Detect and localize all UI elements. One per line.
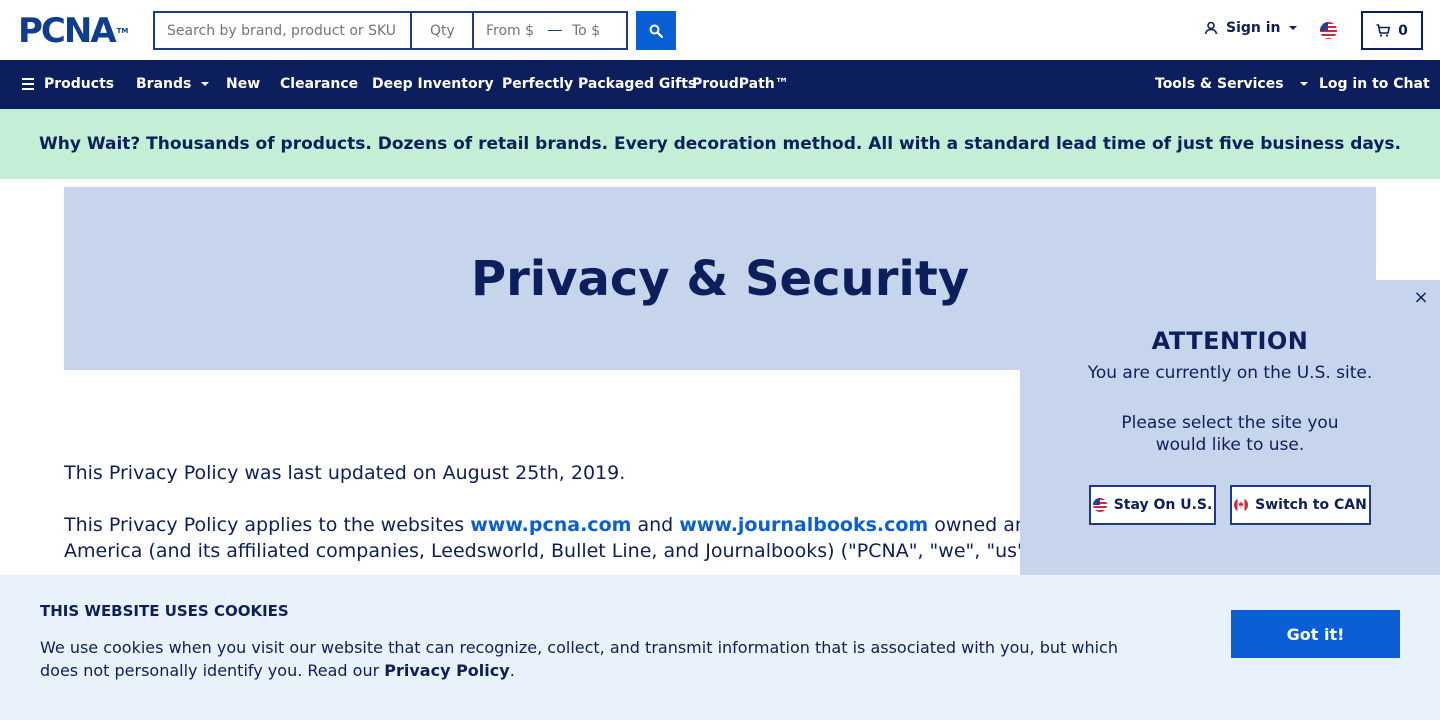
switch-can-button[interactable]: Switch to CAN: [1230, 485, 1371, 525]
site-header: PCNATM Sign in: [0, 0, 1440, 60]
nav-tools-label: Tools & Services: [1155, 76, 1284, 92]
close-icon[interactable]: ×: [1412, 289, 1430, 307]
modal-title: ATTENTION: [1151, 327, 1309, 355]
pcna-link[interactable]: www.pcna.com: [470, 514, 631, 536]
sign-in-menu[interactable]: Sign in: [1204, 20, 1297, 36]
nav-chat-label: Log in to Chat: [1319, 76, 1430, 92]
search-form: [153, 11, 628, 50]
nav-proudpath[interactable]: ProudPath™: [692, 76, 789, 92]
page-title: Privacy & Security: [470, 250, 970, 307]
modal-select-prompt: Please select the site you would like to…: [1121, 413, 1339, 455]
got-it-button[interactable]: Got it!: [1231, 610, 1400, 658]
sign-in-label: Sign in: [1226, 20, 1281, 36]
nav-brands[interactable]: Brands: [136, 76, 210, 92]
nav-gifts[interactable]: Perfectly Packaged Gifts: [502, 76, 696, 92]
chevron-down-icon: [1299, 82, 1308, 86]
cookie-body: We use cookies when you visit our websit…: [40, 638, 1118, 680]
promo-text: Why Wait? Thousands of products. Dozens …: [38, 134, 1402, 154]
nav-new[interactable]: New: [226, 76, 260, 92]
nav-products-label: Products: [44, 76, 115, 92]
stay-us-label: Stay On U.S.: [1113, 497, 1213, 513]
nav-deep-inventory[interactable]: Deep Inventory: [372, 76, 494, 92]
stay-us-button[interactable]: Stay On U.S.: [1089, 485, 1216, 525]
hamburger-icon: [22, 78, 34, 90]
chevron-down-icon: [1288, 26, 1297, 30]
promo-banner: Why Wait? Thousands of products. Dozens …: [0, 109, 1440, 179]
us-flag-icon[interactable]: [1320, 22, 1337, 39]
nav-tools-services[interactable]: Tools & Services: [1155, 76, 1308, 92]
privacy-policy-link[interactable]: Privacy Policy: [384, 661, 509, 680]
scope-text-b: and: [631, 514, 680, 536]
scope-text-a: This Privacy Policy applies to the websi…: [64, 514, 471, 536]
user-icon: [1204, 21, 1218, 35]
nav-brands-label: Brands: [136, 76, 192, 92]
modal-current-site-text: You are currently on the U.S. site.: [1087, 363, 1373, 383]
cart-button[interactable]: 0: [1361, 11, 1423, 50]
cookie-period: .: [509, 661, 515, 680]
cart-count: 0: [1398, 22, 1408, 39]
nav-proudpath-label: ProudPath™: [692, 76, 789, 92]
cart-icon: [1376, 24, 1391, 37]
switch-can-label: Switch to CAN: [1255, 497, 1367, 513]
qty-input[interactable]: [412, 13, 474, 48]
nav-products[interactable]: Products: [22, 76, 114, 92]
nav-chat-login[interactable]: Log in to Chat: [1319, 76, 1430, 92]
nav-gifts-label: Perfectly Packaged Gifts: [502, 76, 697, 92]
chevron-down-icon: [201, 82, 210, 86]
nav-clearance-label: Clearance: [280, 76, 359, 92]
price-range-dash: [548, 29, 562, 32]
canada-flag-icon: [1234, 498, 1249, 512]
logo-text: PCNA: [18, 11, 117, 51]
us-flag-icon: [1092, 498, 1107, 512]
cookie-banner: THIS WEBSITE USES COOKIES We use cookies…: [0, 575, 1440, 720]
price-from-input[interactable]: [474, 13, 544, 48]
nav-new-label: New: [226, 76, 261, 92]
journalbooks-link[interactable]: www.journalbooks.com: [679, 514, 928, 536]
search-button[interactable]: [636, 11, 676, 50]
search-icon: [649, 24, 663, 38]
pcna-logo[interactable]: PCNA TM: [18, 14, 128, 48]
nav-clearance[interactable]: Clearance: [280, 76, 358, 92]
search-input[interactable]: [155, 13, 412, 48]
logo-trademark: TM: [116, 27, 129, 35]
price-to-input[interactable]: [566, 13, 626, 48]
scope-text-line2: America (and its affiliated companies, L…: [64, 540, 1050, 562]
cookie-text: We use cookies when you visit our websit…: [40, 636, 1140, 682]
nav-deep-inventory-label: Deep Inventory: [372, 76, 494, 92]
cookie-title: THIS WEBSITE USES COOKIES: [40, 602, 289, 620]
site-selector-modal: × ATTENTION You are currently on the U.S…: [1020, 280, 1440, 575]
main-nav: Products Brands New Clearance Deep Inven…: [0, 60, 1440, 109]
